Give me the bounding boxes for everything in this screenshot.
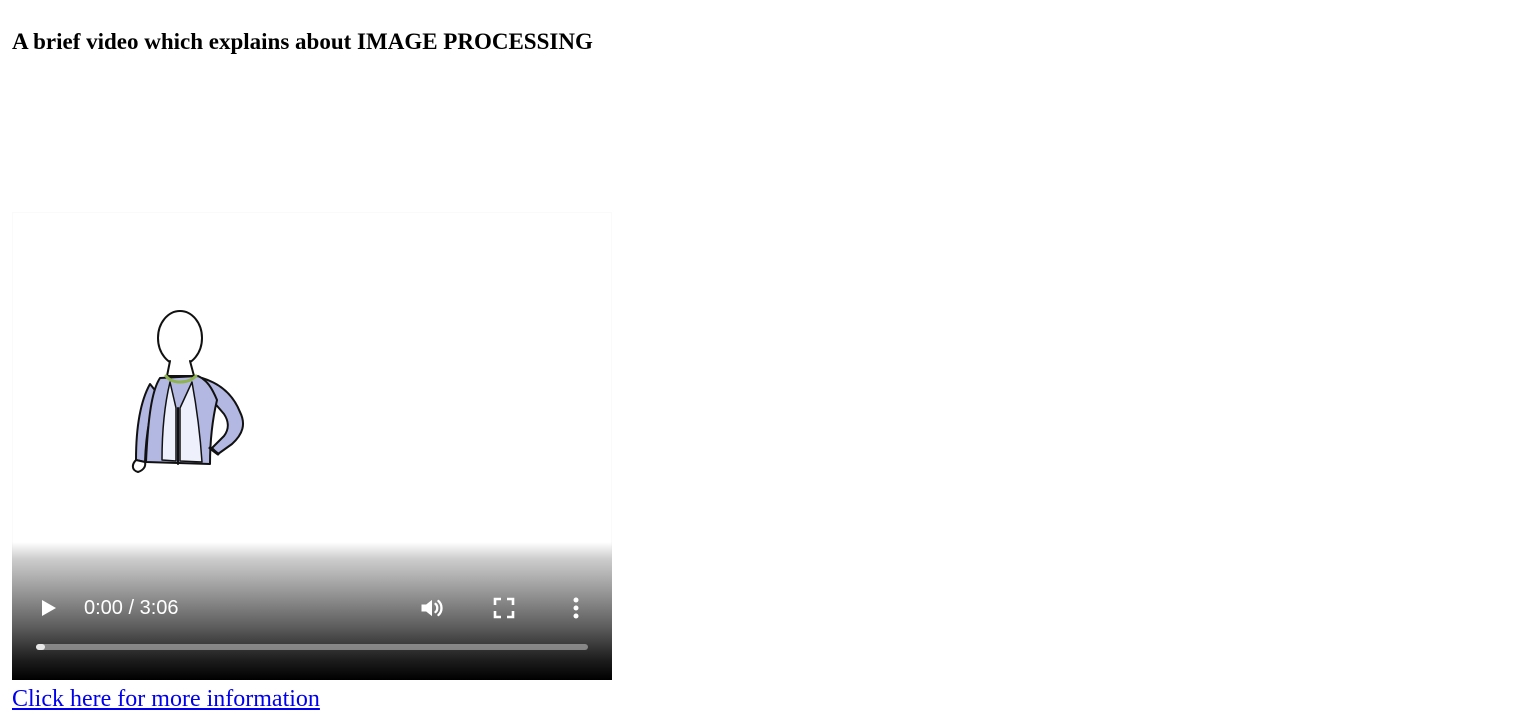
fullscreen-button[interactable]	[490, 594, 518, 622]
more-information-link[interactable]: Click here for more information	[12, 685, 320, 713]
play-button[interactable]	[34, 594, 62, 622]
more-options-button[interactable]	[566, 594, 586, 622]
play-icon	[42, 600, 56, 616]
volume-icon	[421, 599, 443, 617]
time-display: 0:00 / 3:06	[84, 597, 179, 619]
volume-button[interactable]	[416, 593, 448, 623]
fullscreen-icon	[493, 597, 515, 619]
progress-thumb[interactable]	[36, 644, 45, 650]
person-illustration	[131, 310, 245, 473]
progress-bar[interactable]	[36, 644, 588, 650]
video-player[interactable]: 0:00 / 3:06	[12, 212, 612, 680]
page-title: A brief video which explains about IMAGE…	[12, 29, 593, 54]
more-vert-icon	[573, 597, 579, 619]
